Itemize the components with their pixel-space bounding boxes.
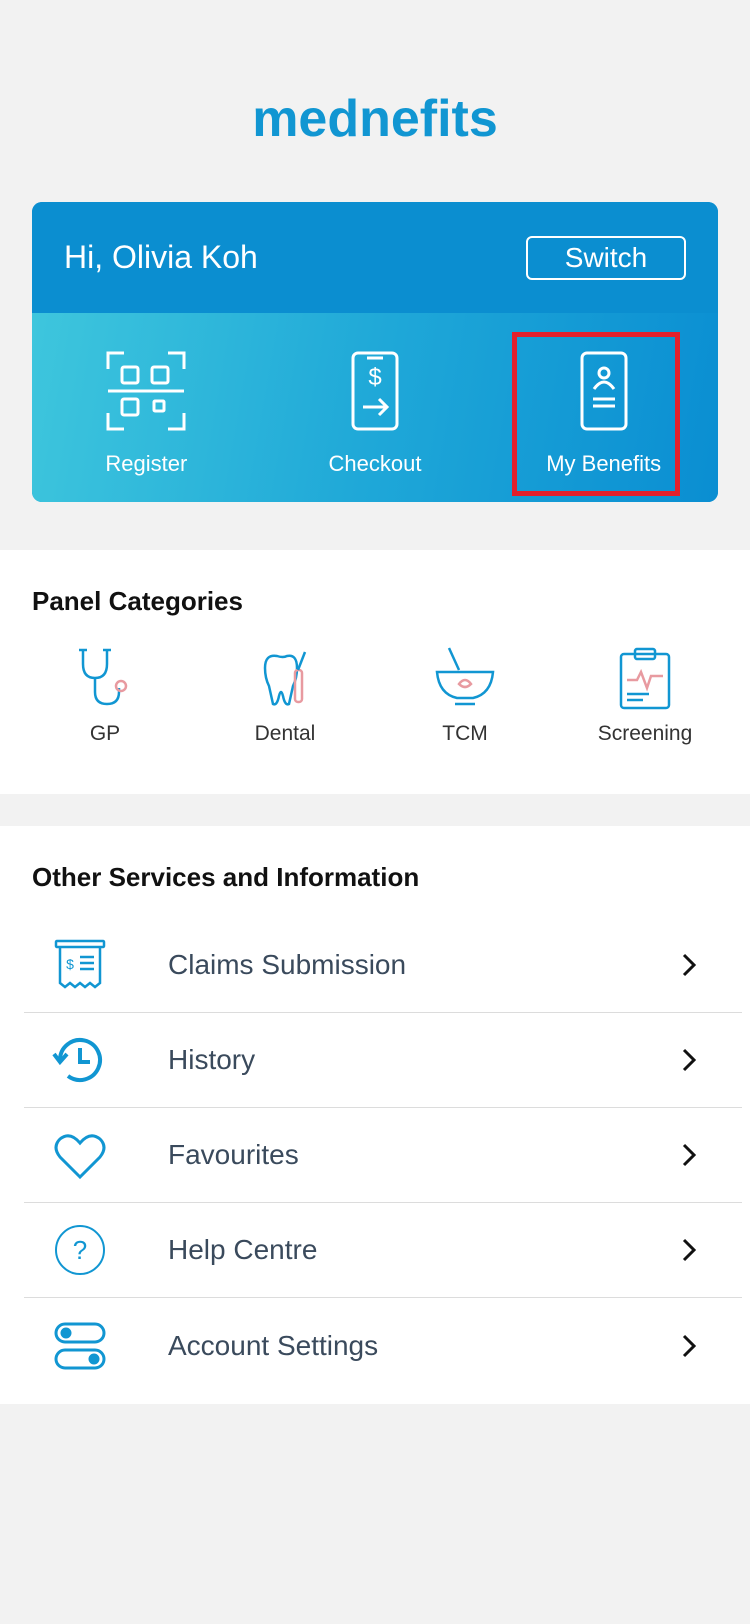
list-item-account-settings[interactable]: Account Settings bbox=[24, 1298, 742, 1393]
list-item-label: Help Centre bbox=[168, 1234, 318, 1265]
category-label: Screening bbox=[597, 722, 693, 745]
my-benefits-label: My Benefits bbox=[546, 451, 662, 476]
panel-categories-title: Panel Categories bbox=[32, 586, 243, 616]
list-item-claims-submission[interactable]: $ Claims Submission bbox=[24, 918, 742, 1013]
checkout-button[interactable]: $ Checkout bbox=[261, 313, 490, 502]
svg-text:?: ? bbox=[73, 1235, 87, 1265]
checkout-label: Checkout bbox=[328, 451, 422, 476]
svg-text:$: $ bbox=[368, 364, 381, 391]
list-item-label: Account Settings bbox=[168, 1329, 379, 1361]
switch-button[interactable]: Switch bbox=[526, 235, 686, 280]
list-item-favourites[interactable]: Favourites bbox=[24, 1108, 742, 1203]
category-gp[interactable]: GP bbox=[20, 646, 190, 746]
qr-scan-icon bbox=[106, 351, 186, 431]
list-item-label: Claims Submission bbox=[168, 949, 407, 980]
list-item-label: History bbox=[168, 1044, 256, 1075]
phone-dollar-icon: $ bbox=[351, 351, 399, 431]
chevron-right-icon bbox=[682, 953, 697, 977]
list-item-history[interactable]: History bbox=[24, 1013, 742, 1108]
mortar-pestle-icon bbox=[435, 647, 495, 706]
category-label: GP bbox=[89, 722, 121, 745]
card-header: Hi, Olivia Koh Switch bbox=[32, 202, 718, 313]
card-actions: Register $ Checkout My Benefits bbox=[32, 313, 718, 502]
my-benefits-button[interactable]: My Benefits bbox=[489, 313, 718, 502]
greeting-text: Hi, Olivia Koh bbox=[64, 239, 258, 275]
clipboard-icon bbox=[619, 647, 671, 710]
chevron-right-icon bbox=[682, 1334, 697, 1357]
other-services-title: Other Services and Information bbox=[32, 862, 420, 892]
panel-categories-section: Panel Categories GP Dental TCM Screening bbox=[0, 550, 750, 794]
chevron-right-icon bbox=[682, 1238, 697, 1262]
heart-icon bbox=[54, 1134, 106, 1180]
receipt-icon: $ bbox=[54, 939, 106, 989]
services-list: $ Claims Submission History Favourites ?… bbox=[24, 918, 742, 1393]
other-services-section: Other Services and Information $ Claims … bbox=[0, 826, 750, 1404]
category-tcm[interactable]: TCM bbox=[380, 646, 550, 746]
settings-toggle-icon bbox=[54, 1322, 106, 1369]
chevron-right-icon bbox=[682, 1048, 697, 1072]
user-card: Hi, Olivia Koh Switch Register $ Checkou… bbox=[32, 202, 718, 502]
list-item-help-centre[interactable]: ? Help Centre bbox=[24, 1203, 742, 1298]
register-label: Register bbox=[105, 451, 188, 476]
stethoscope-icon bbox=[79, 648, 128, 706]
category-screening[interactable]: Screening bbox=[560, 646, 730, 746]
mednefits-logo: mednefits bbox=[252, 90, 498, 148]
category-dental[interactable]: Dental bbox=[200, 646, 370, 746]
member-card-icon bbox=[580, 351, 628, 431]
chevron-right-icon bbox=[682, 1143, 697, 1167]
category-label: TCM bbox=[442, 722, 488, 745]
register-button[interactable]: Register bbox=[32, 313, 261, 502]
help-icon: ? bbox=[55, 1225, 105, 1275]
list-item-label: Favourites bbox=[168, 1139, 299, 1170]
category-label: Dental bbox=[254, 722, 316, 745]
svg-text:$: $ bbox=[66, 956, 74, 972]
history-icon bbox=[52, 1038, 102, 1082]
app-logo: mednefits bbox=[0, 78, 750, 158]
svg-text:mednefits: mednefits bbox=[252, 90, 498, 148]
tooth-icon bbox=[263, 651, 307, 706]
